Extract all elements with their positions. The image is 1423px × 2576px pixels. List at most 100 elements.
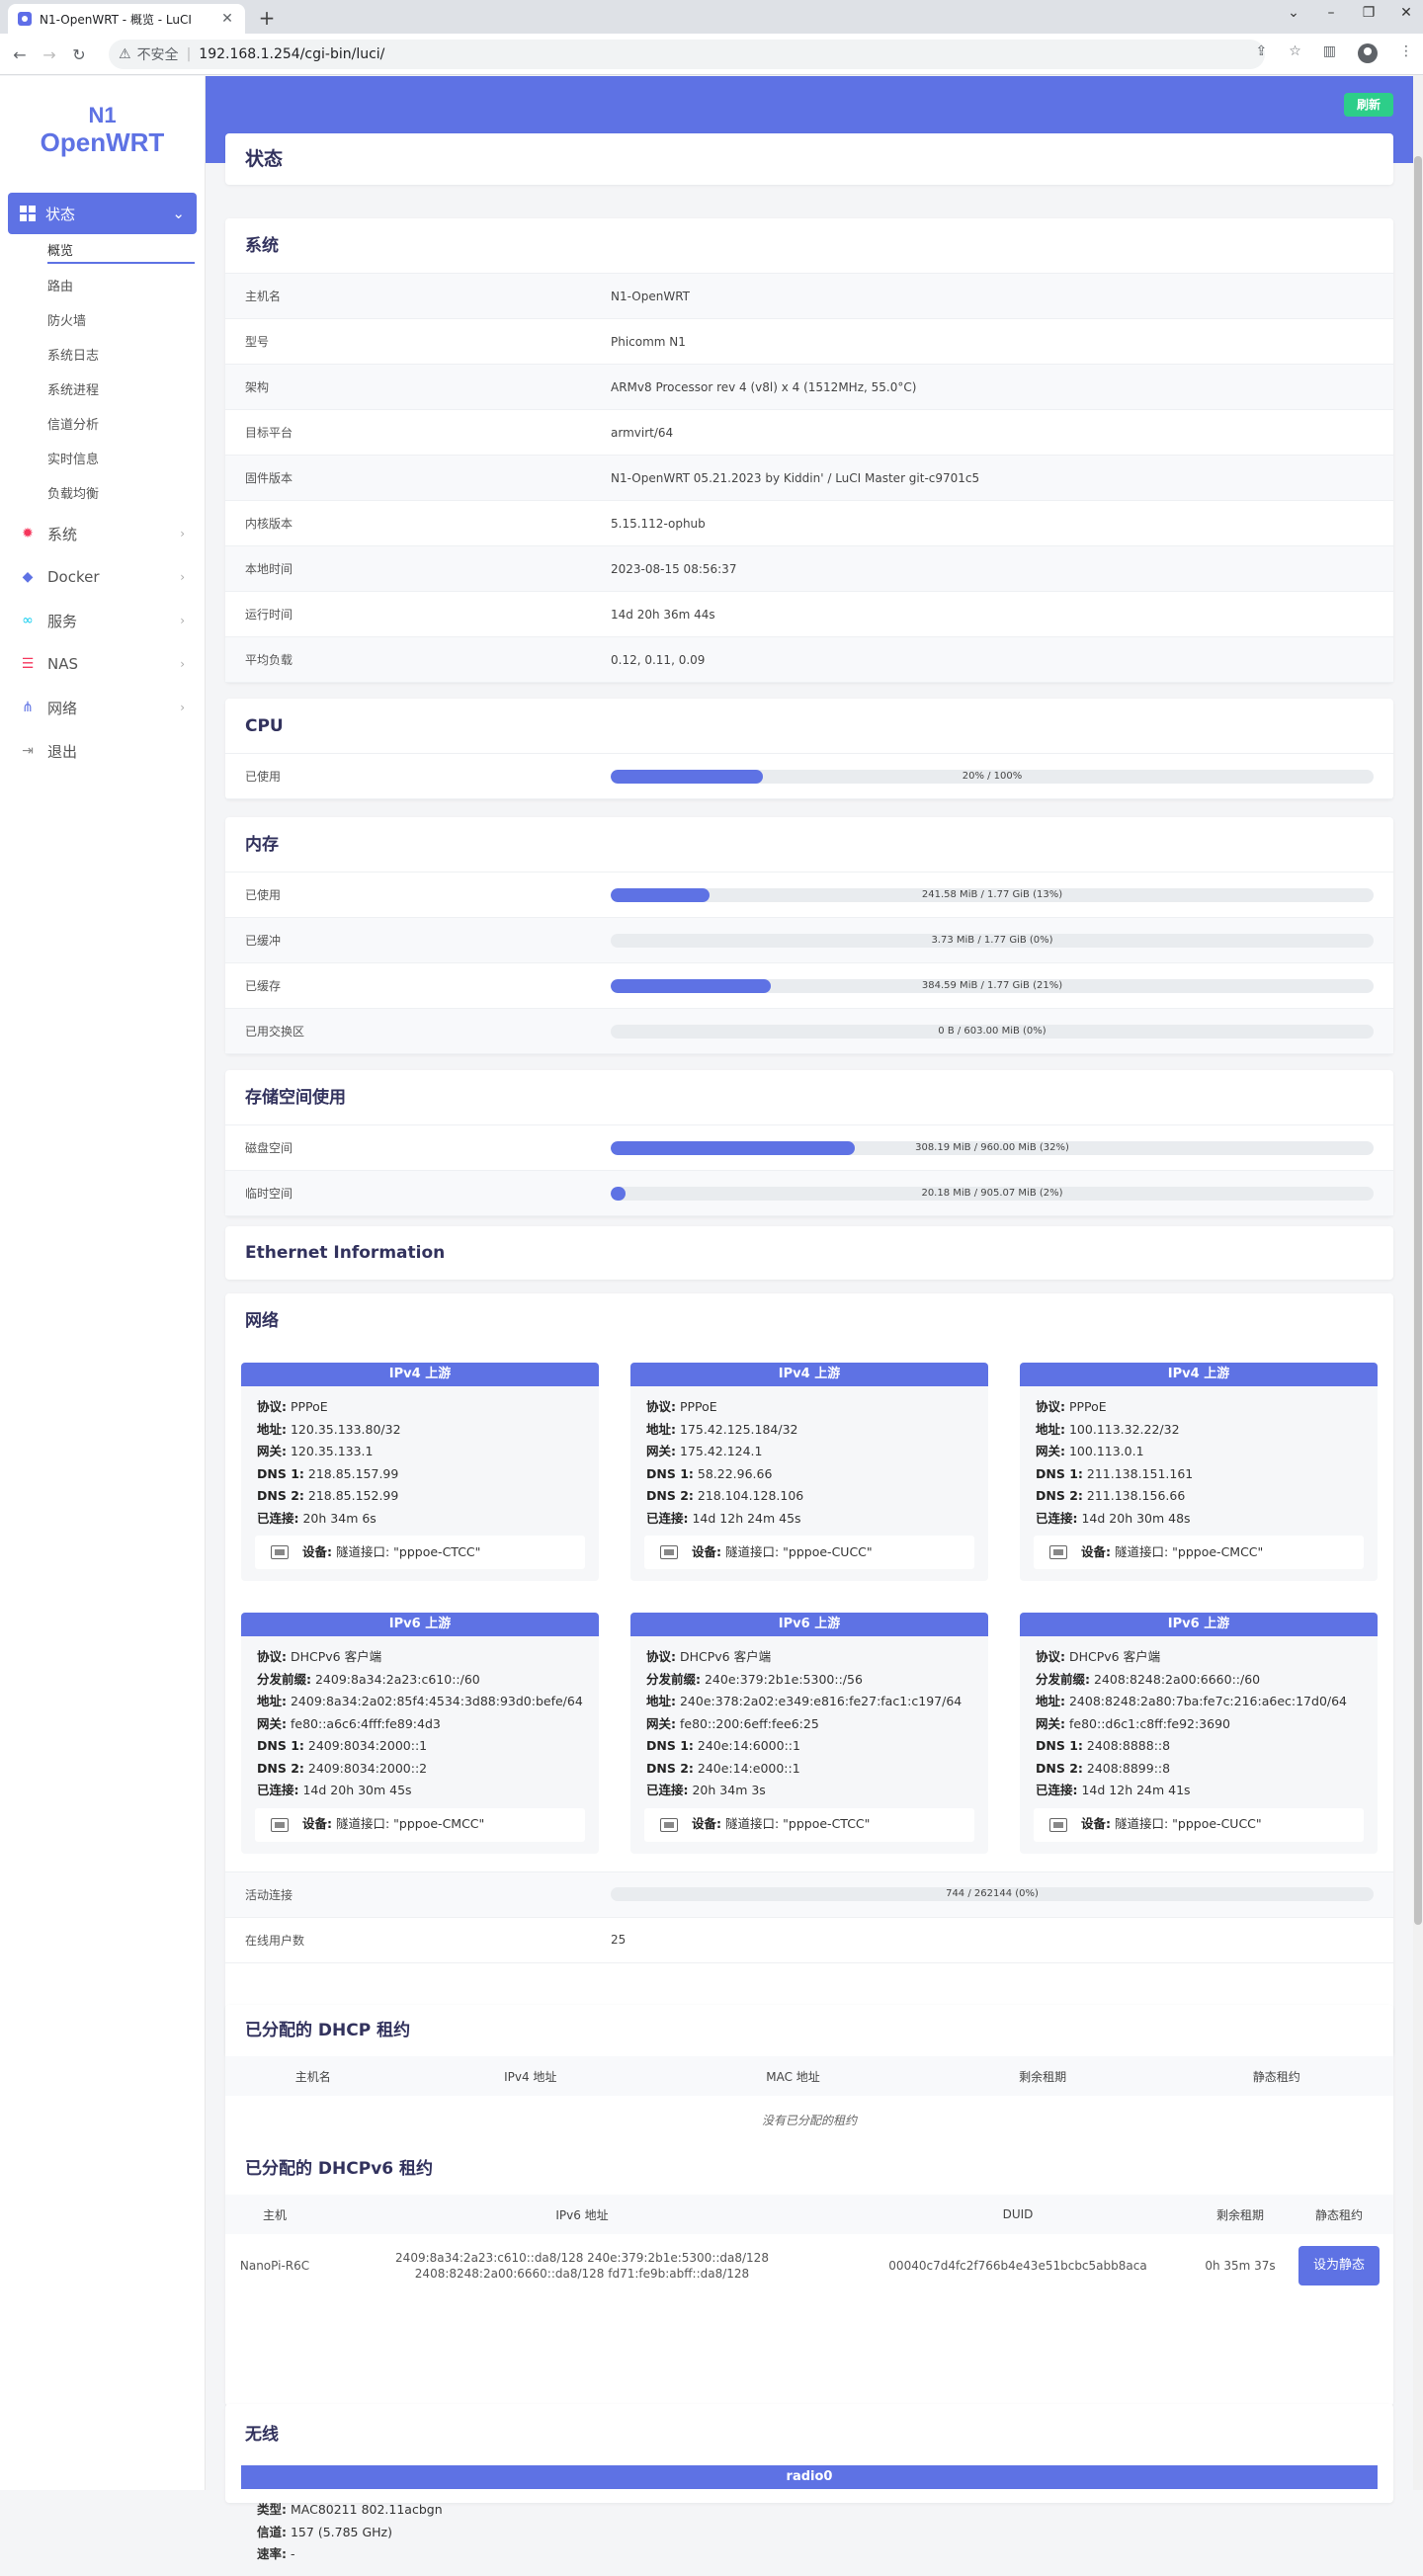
field-value: 58.22.96.66 (697, 1465, 773, 1481)
sidebar-item-network[interactable]: ⋔ 网络 › (0, 686, 205, 729)
field-value: 100.113.32.22/32 (1068, 1421, 1180, 1437)
field-value: 218.85.157.99 (307, 1465, 399, 1481)
device-value: 隧道接口: "pppoe-CMCC" (335, 1816, 485, 1832)
submenu-syslog[interactable]: 系统日志 (47, 339, 205, 374)
reload-icon[interactable]: ↻ (69, 45, 89, 64)
field-label: 协议: (1036, 1649, 1065, 1664)
sidebar-item-logout[interactable]: ⇥ 退出 (0, 729, 205, 773)
warning-icon[interactable]: ⚠ (119, 46, 131, 62)
storage-card: 存储空间使用 磁盘空间 308.19 MiB / 960.00 MiB (32%)… (225, 1070, 1393, 1216)
device-line: 设备: 隧道接口: "pppoe-CTCC" (644, 1807, 974, 1842)
field-label: 已连接: (1036, 1783, 1078, 1797)
field-label: DNS 2: (646, 1760, 694, 1776)
cpu-title: CPU (225, 699, 1393, 754)
network-device-icon (271, 1545, 289, 1559)
field-label: 设备: (692, 1816, 721, 1832)
sidebar-item-services[interactable]: ∞ 服务 › (0, 599, 205, 642)
forward-icon[interactable]: → (40, 45, 59, 64)
refresh-button[interactable]: 刷新 (1344, 93, 1393, 117)
submenu-channel-analysis[interactable]: 信道分析 (47, 408, 205, 443)
ipv4-upstream-box: IPv4 上游 协议: PPPoE 地址: 120.35.133.80/32 网… (241, 1363, 599, 1581)
submenu-overview[interactable]: 概览 (47, 242, 195, 264)
field-label: 网关: (257, 1444, 287, 1458)
usage-row: 磁盘空间 308.19 MiB / 960.00 MiB (32%) (225, 1125, 1393, 1171)
progress-bar: 384.59 MiB / 1.77 GiB (21%) (611, 978, 1374, 993)
table-row: 本地时间 2023-08-15 08:56:37 (225, 546, 1393, 592)
field-value: DHCPv6 客户端 (1068, 1649, 1161, 1664)
progress-text: 0 B / 603.00 MiB (0%) (938, 1025, 1046, 1037)
field-label: 速率: (257, 2546, 287, 2561)
row-value: 2023-08-15 08:56:37 (611, 561, 737, 576)
page-scrollbar[interactable] (1413, 75, 1423, 2490)
logo-line1: N1 (88, 103, 117, 127)
chevron-right-icon: › (180, 614, 185, 627)
share-icon[interactable]: ⇪ (1255, 43, 1267, 63)
bookmark-star-icon[interactable]: ☆ (1289, 43, 1301, 63)
submenu-processes[interactable]: 系统进程 (47, 374, 205, 408)
field-value: 2409:8034:2000::1 (307, 1738, 428, 1753)
submenu-routes[interactable]: 路由 (47, 270, 205, 304)
sidebar-item-system[interactable]: ✹ 系统 › (0, 512, 205, 555)
row-key: 已使用 (245, 770, 282, 784)
device-value: 隧道接口: "pppoe-CTCC" (335, 1543, 481, 1559)
address-bar[interactable]: ⚠ 不安全 | 192.168.1.254/cgi-bin/luci/ (109, 40, 1265, 69)
chevron-down-icon[interactable]: ⌄ (1285, 5, 1302, 21)
sidebar-item-nas[interactable]: ☰ NAS › (0, 642, 205, 686)
row-value: N1-OpenWRT 05.21.2023 by Kiddin' / LuCI … (611, 470, 980, 485)
field-value: 14d 12h 24m 45s (692, 1510, 801, 1526)
table-row: 型号 Phicomm N1 (225, 319, 1393, 365)
scrollbar-thumb[interactable] (1414, 156, 1422, 1925)
submenu-realtime[interactable]: 实时信息 (47, 443, 205, 477)
minimize-icon[interactable]: – (1322, 5, 1340, 21)
chevron-right-icon: › (180, 701, 185, 714)
close-window-icon[interactable]: ✕ (1397, 5, 1415, 21)
field-label: 地址: (1036, 1694, 1065, 1708)
submenu-load-balance[interactable]: 负载均衡 (47, 477, 205, 512)
row-key: 运行时间 (245, 608, 293, 622)
field-value: 211.138.156.66 (1086, 1488, 1186, 1503)
back-icon[interactable]: ← (10, 45, 30, 64)
memory-card: 内存 已使用 241.58 MiB / 1.77 GiB (13%) 已缓冲 3.7… (225, 817, 1393, 1054)
sidepanel-icon[interactable]: ▥ (1323, 43, 1336, 63)
field-label: 网关: (1036, 1715, 1065, 1731)
dhcpv6-title: 已分配的 DHCPv6 租约 (245, 2159, 434, 2179)
field-label: 已连接: (646, 1510, 689, 1526)
field-value: 2408:8899::8 (1086, 1760, 1171, 1776)
field-label: 地址: (646, 1694, 676, 1708)
restore-icon[interactable]: ❐ (1360, 5, 1378, 21)
sidebar-item-docker[interactable]: ◆ Docker › (0, 555, 205, 599)
menu-icon[interactable]: ⋮ (1399, 43, 1413, 63)
field-value: 175.42.124.1 (679, 1444, 763, 1458)
table-row: 主机名 N1-OpenWRT (225, 274, 1393, 319)
submenu-firewall[interactable]: 防火墙 (47, 304, 205, 339)
field-value: PPPoE (290, 1399, 328, 1414)
sidebar-item-status[interactable]: 状态 ⌄ (8, 193, 197, 234)
page-title: 状态 (225, 133, 1393, 185)
field-label: 地址: (257, 1694, 287, 1708)
sidebar-item-label: 服务 (47, 612, 78, 630)
field-label: DNS 2: (257, 1488, 304, 1503)
close-icon[interactable]: ✕ (219, 11, 235, 27)
dhcp-card: 已分配的 DHCP 租约 主机名 IPv4 地址 MAC 地址 剩余租期 静态租… (225, 2005, 1393, 2406)
cell-duid: 00040c7d4fc2f766b4e43e51bcbc5abb8aca (888, 2259, 1147, 2273)
new-tab-icon[interactable]: + (255, 6, 279, 30)
field-label: 协议: (257, 1399, 287, 1414)
sidebar-item-label: Docker (47, 568, 100, 586)
row-key: 临时空间 (245, 1187, 293, 1201)
set-static-button[interactable]: 设为静态 (1298, 2246, 1380, 2285)
table-row: 平均负载 0.12, 0.11, 0.09 (225, 637, 1393, 683)
column-header: 主机名 (225, 2056, 401, 2096)
tab-strip: N1-OpenWRT - 概览 - LuCI ✕ + ⌄ – ❐ ✕ (0, 0, 1423, 34)
field-value: 157 (5.785 GHz) (290, 2524, 392, 2539)
usage-row: 已用交换区 0 B / 603.00 MiB (0%) (225, 1009, 1393, 1054)
profile-icon[interactable] (1358, 43, 1378, 63)
browser-tab[interactable]: N1-OpenWRT - 概览 - LuCI ✕ (8, 4, 245, 34)
device-value: 隧道接口: "pppoe-CMCC" (1114, 1543, 1264, 1559)
url-text: 192.168.1.254/cgi-bin/luci/ (199, 46, 385, 62)
field-value: 20h 34m 6s (302, 1510, 377, 1526)
logo[interactable]: N1 OpenWRT (0, 103, 205, 158)
row-value: N1-OpenWRT (611, 289, 690, 303)
ipv6-upstream-box: IPv6 上游 协议: DHCPv6 客户端 分发前缀: 240e:379:2b… (630, 1613, 988, 1854)
network-device-icon (660, 1545, 678, 1559)
sidebar-item-label: 状态 (45, 205, 76, 223)
